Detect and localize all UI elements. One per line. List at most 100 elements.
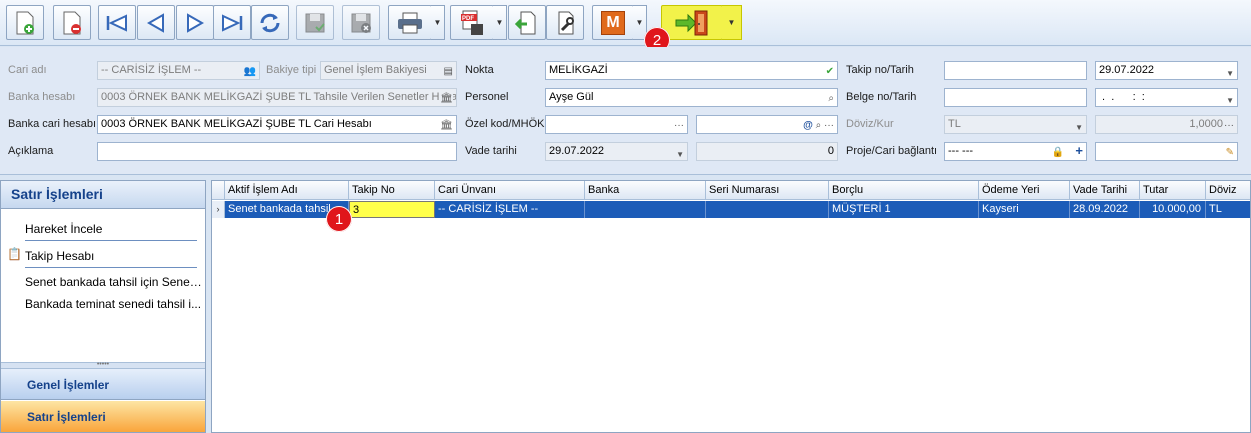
banka-hesabi-value: 0003 ÖRNEK BANK MELİKGAZİ ŞUBE TL Tahsil… (101, 91, 457, 103)
ellipsis-icon: ··· (1224, 120, 1234, 131)
belge-no-field[interactable] (944, 88, 1087, 107)
vade-tarihi-value: 29.07.2022 (549, 145, 605, 157)
belge-date-field[interactable]: . . : : ▼ (1095, 88, 1238, 107)
column-header[interactable]: Tutar (1140, 181, 1206, 200)
doviz-kur-label: Döviz/Kur (846, 118, 894, 130)
table-cell[interactable]: 10.000,00 (1140, 201, 1206, 218)
tracking-icon: 📋 (7, 247, 22, 261)
next-record-button[interactable] (176, 5, 214, 40)
banka-cari-hesabi-field[interactable]: 0003 ÖRNEK BANK MELİKGAZİ ŞUBE TL Cari H… (97, 115, 457, 134)
table-cell[interactable]: 28.09.2022 (1070, 201, 1140, 218)
lock-icon: 🔒 (1051, 147, 1064, 158)
header-form: Cari adı -- CARİSİZ İŞLEM -- 👥 Bakiye tip… (0, 47, 1251, 175)
divider (25, 240, 197, 241)
proje-label: Proje/Cari bağlantı (846, 145, 938, 157)
chevron-down-icon: ▼ (676, 150, 684, 159)
takip-no-label: Takip no/Tarih (846, 64, 914, 76)
printer-icon (398, 12, 422, 33)
bakiye-tipi-value: Genel İşlem Bakiyesi (324, 64, 427, 76)
bakiye-tipi-label: Bakiye tipi (266, 64, 317, 76)
banka-hesabi-field[interactable]: 0003 ÖRNEK BANK MELİKGAZİ ŞUBE TL Tahsil… (97, 88, 457, 107)
exit-button[interactable] (661, 5, 723, 40)
table-cell[interactable]: TL (1206, 201, 1250, 218)
aciklama-label: Açıklama (8, 145, 54, 157)
proje-field[interactable]: --- --- 🔒 + (944, 142, 1087, 161)
cari-adi-value: -- CARİSİZ İŞLEM -- (101, 64, 202, 76)
table-cell[interactable] (706, 201, 829, 218)
cancel-save-button[interactable] (342, 5, 380, 40)
takip-date-value: 29.07.2022 (1099, 64, 1155, 76)
save-button[interactable] (296, 5, 334, 40)
column-header[interactable]: Seri Numarası (706, 181, 829, 200)
takip-no-field[interactable] (944, 61, 1087, 80)
wrench-icon (558, 11, 574, 34)
pdf-icon: PDF (461, 10, 483, 35)
chevron-down-icon: ▼ (1226, 96, 1234, 105)
refresh-button[interactable] (251, 5, 289, 40)
pdf-dropdown[interactable]: ▼ (493, 5, 507, 40)
new-doc-icon (16, 11, 34, 34)
belge-no-label: Belge no/Tarih (846, 91, 917, 103)
print-button[interactable] (388, 5, 432, 40)
last-record-button[interactable] (213, 5, 251, 40)
rate-value: 1,0000 (1189, 118, 1223, 130)
table-cell[interactable]: Kayseri (979, 201, 1070, 218)
grid-corner (212, 181, 225, 200)
list-icon: ▤ (443, 66, 453, 77)
chevron-down-icon: ▼ (1075, 123, 1083, 132)
takip-date-field[interactable]: 29.07.2022 ▼ (1095, 61, 1238, 80)
ellipsis-icon: ··· (674, 120, 684, 131)
table-cell[interactable]: -- CARİSİZ İŞLEM -- (435, 201, 585, 218)
left-item-senet-bankada-tahsil[interactable]: Senet bankada tahsil için Senet ... (25, 275, 203, 289)
left-item-takip-hesabi[interactable]: Takip Hesabı (25, 249, 203, 263)
print-dropdown[interactable]: ▼ (431, 5, 445, 40)
exit-dropdown[interactable]: ▼ (722, 5, 742, 40)
import-button[interactable] (508, 5, 546, 40)
left-item-hareket-incele[interactable]: Hareket İncele (25, 222, 203, 236)
proje-cari-field[interactable]: ✎ (1095, 142, 1238, 161)
nokta-field[interactable]: MELİKGAZİ ✔ (545, 61, 838, 80)
satir-islemleri-button[interactable]: Satır İşlemleri (1, 401, 205, 432)
import-icon (515, 11, 536, 34)
column-header[interactable]: Banka (585, 181, 706, 200)
tools-button[interactable] (546, 5, 584, 40)
chevron-down-icon: ▼ (1226, 69, 1234, 78)
nokta-label: Nokta (465, 64, 494, 76)
cari-adi-field[interactable]: -- CARİSİZ İŞLEM -- 👥 (97, 61, 260, 80)
genel-islemler-button[interactable]: Genel İşlemler (1, 369, 205, 400)
first-record-button[interactable] (98, 5, 136, 40)
ozel-kod-field[interactable]: ··· (545, 115, 688, 134)
column-header[interactable]: Ödeme Yeri (979, 181, 1070, 200)
column-header[interactable]: Takip No (349, 181, 435, 200)
delete-record-button[interactable] (53, 5, 91, 40)
new-record-button[interactable] (6, 5, 44, 40)
column-header[interactable]: Borçlu (829, 181, 979, 200)
table-cell[interactable] (585, 201, 706, 218)
refresh-icon (260, 13, 280, 32)
aciklama-field[interactable] (97, 142, 457, 161)
column-header[interactable]: Döviz (1206, 181, 1250, 200)
column-header[interactable]: Cari Ünvanı (435, 181, 585, 200)
panel-splitter[interactable]: ••••• (1, 361, 205, 369)
personel-field[interactable]: Ayşe Gül ⌕ (545, 88, 838, 107)
personel-label: Personel (465, 91, 509, 103)
users-icon: 👥 (243, 66, 256, 77)
plus-icon[interactable]: + (1075, 143, 1083, 159)
vade-days-field[interactable]: 0 (696, 142, 838, 161)
table-cell-editing[interactable]: 3 (349, 201, 435, 218)
m-button[interactable]: M (592, 5, 634, 40)
currency-field[interactable]: TL ▼ (944, 115, 1087, 134)
m-icon: M (601, 10, 625, 35)
bakiye-tipi-field[interactable]: Genel İşlem Bakiyesi ▤ (320, 61, 457, 80)
pdf-export-button[interactable]: PDF (450, 5, 494, 40)
column-header[interactable]: Aktif İşlem Adı (225, 181, 349, 200)
table-cell[interactable]: MÜŞTERİ 1 (829, 201, 979, 218)
vade-tarihi-field[interactable]: 29.07.2022 ▼ (545, 142, 688, 161)
left-item-bankada-teminat[interactable]: Bankada teminat senedi tahsil i... (25, 297, 203, 311)
column-header[interactable]: Vade Tarihi (1070, 181, 1140, 200)
previous-record-button[interactable] (137, 5, 175, 40)
proje-value: --- --- (948, 145, 974, 157)
rate-field[interactable]: 1,0000 ··· (1095, 115, 1238, 134)
row-indicator: › (212, 201, 225, 218)
mhok-field[interactable]: @ ⌕ ··· (696, 115, 838, 134)
